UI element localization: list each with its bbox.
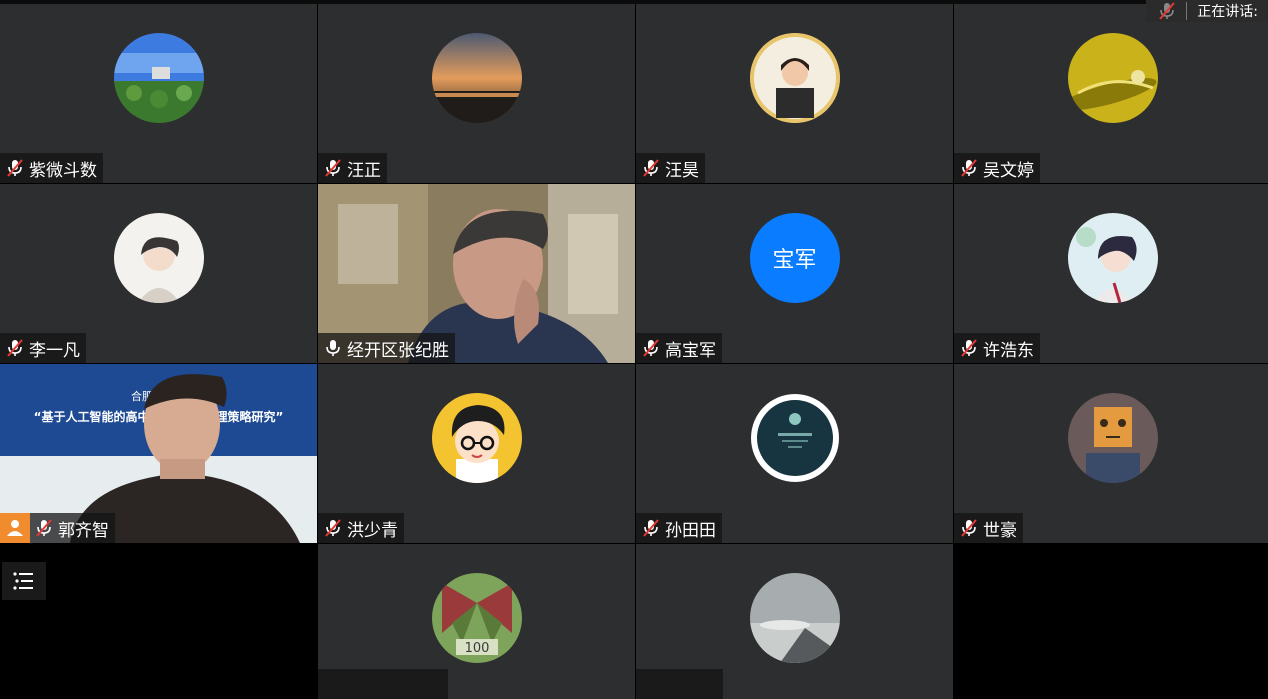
participant-name: 吴文婷 bbox=[983, 160, 1034, 181]
banner-line: 开 bbox=[153, 430, 164, 443]
muted-mic-icon bbox=[643, 339, 659, 357]
nameplate: 汪正 bbox=[318, 153, 387, 183]
participant-video-tile[interactable]: 合肥市教育 “基于人工智能的高中 理策略研究” 开 郭齐智 bbox=[0, 364, 317, 543]
participant-name: 李一凡 bbox=[29, 340, 80, 361]
avatar bbox=[113, 213, 204, 303]
participant-name: 孙田田 bbox=[665, 520, 716, 541]
participant-name: 汪昊 bbox=[665, 160, 699, 181]
nameplate: 经开区张纪胜 bbox=[318, 333, 455, 363]
muted-mic-icon bbox=[961, 339, 977, 357]
muted-mic-icon bbox=[325, 519, 341, 537]
participant-name: 经开区张纪胜 bbox=[347, 340, 449, 361]
speaking-indicator: 正在讲话: bbox=[1146, 0, 1268, 22]
avatar bbox=[431, 33, 522, 123]
participant-name: 许浩东 bbox=[983, 340, 1034, 361]
empty-tile bbox=[954, 544, 1268, 699]
banner-text: “基于人工智能的高中 bbox=[33, 410, 150, 424]
participant-tile[interactable]: 许浩东 bbox=[954, 184, 1268, 363]
host-badge bbox=[0, 513, 30, 543]
participant-tile[interactable]: 汪正 bbox=[318, 4, 635, 183]
participant-tile[interactable]: 吴文婷 bbox=[954, 4, 1268, 183]
participant-name: 高宝军 bbox=[665, 340, 716, 361]
nameplate: 郭齐智 bbox=[0, 513, 115, 543]
participant-tile[interactable]: 世豪 bbox=[954, 364, 1268, 543]
speaking-label: 正在讲话: bbox=[1197, 4, 1258, 20]
muted-mic-icon bbox=[1159, 2, 1176, 20]
participant-name: 世豪 bbox=[983, 520, 1017, 541]
participant-tile[interactable] bbox=[636, 544, 953, 699]
nameplate: 洪少青 bbox=[318, 513, 404, 543]
participant-tile[interactable]: 洪少青 bbox=[318, 364, 635, 543]
participant-video-tile[interactable]: 经开区张纪胜 bbox=[318, 184, 635, 363]
nameplate bbox=[636, 669, 723, 699]
avatar-text: 100 bbox=[464, 641, 489, 656]
avatar bbox=[749, 573, 840, 663]
muted-mic-icon bbox=[643, 519, 659, 537]
avatar: 100 bbox=[431, 573, 522, 663]
avatar bbox=[113, 33, 204, 123]
muted-mic-icon bbox=[961, 159, 977, 177]
divider bbox=[1186, 2, 1188, 20]
banner-line: “基于人工智能的高中 理策略研究” bbox=[0, 408, 317, 425]
participant-name: 汪正 bbox=[347, 160, 381, 181]
muted-mic-icon bbox=[643, 159, 659, 177]
nameplate: 汪昊 bbox=[636, 153, 705, 183]
host-icon bbox=[7, 520, 23, 536]
participant-name: 紫微斗数 bbox=[29, 160, 97, 181]
nameplate: 紫微斗数 bbox=[0, 153, 103, 183]
avatar bbox=[749, 33, 840, 123]
background-banner: 合肥市教育 “基于人工智能的高中 理策略研究” 开 bbox=[0, 364, 317, 456]
avatar bbox=[750, 393, 840, 483]
empty-tile bbox=[0, 544, 317, 699]
avatar bbox=[431, 393, 522, 483]
avatar bbox=[1067, 393, 1158, 483]
nameplate: 李一凡 bbox=[0, 333, 86, 363]
avatar bbox=[1067, 213, 1158, 303]
participant-tile[interactable]: 100 bbox=[318, 544, 635, 699]
participant-tile[interactable]: 汪昊 bbox=[636, 4, 953, 183]
nameplate: 孙田田 bbox=[636, 513, 722, 543]
participant-tile[interactable]: 孙田田 bbox=[636, 364, 953, 543]
avatar bbox=[1067, 33, 1158, 123]
participant-name: 郭齐智 bbox=[58, 520, 109, 541]
nameplate bbox=[318, 669, 448, 699]
muted-mic-icon bbox=[36, 519, 52, 537]
nameplate: 世豪 bbox=[954, 513, 1023, 543]
muted-mic-icon bbox=[7, 339, 23, 357]
participant-tile[interactable]: 宝军 高宝军 bbox=[636, 184, 953, 363]
avatar-text: 宝军 bbox=[749, 213, 840, 303]
participant-tile[interactable]: 李一凡 bbox=[0, 184, 317, 363]
muted-mic-icon bbox=[7, 159, 23, 177]
banner-line: 合肥市教育 bbox=[131, 390, 186, 403]
banner-text: 理策略研究” bbox=[215, 410, 284, 424]
participant-list-button[interactable] bbox=[2, 562, 46, 600]
muted-mic-icon bbox=[961, 519, 977, 537]
participant-tile[interactable]: 紫微斗数 bbox=[0, 4, 317, 183]
nameplate: 高宝军 bbox=[636, 333, 722, 363]
video-grid: 紫微斗数 汪正 汪昊 吴文婷 李一凡 经开区张纪胜 宝军 高宝军 许浩东 合肥市… bbox=[0, 4, 1268, 699]
nameplate: 吴文婷 bbox=[954, 153, 1040, 183]
list-icon bbox=[13, 572, 33, 590]
nameplate: 许浩东 bbox=[954, 333, 1040, 363]
mic-icon bbox=[326, 340, 340, 356]
muted-mic-icon bbox=[325, 159, 341, 177]
participant-name: 洪少青 bbox=[347, 520, 398, 541]
